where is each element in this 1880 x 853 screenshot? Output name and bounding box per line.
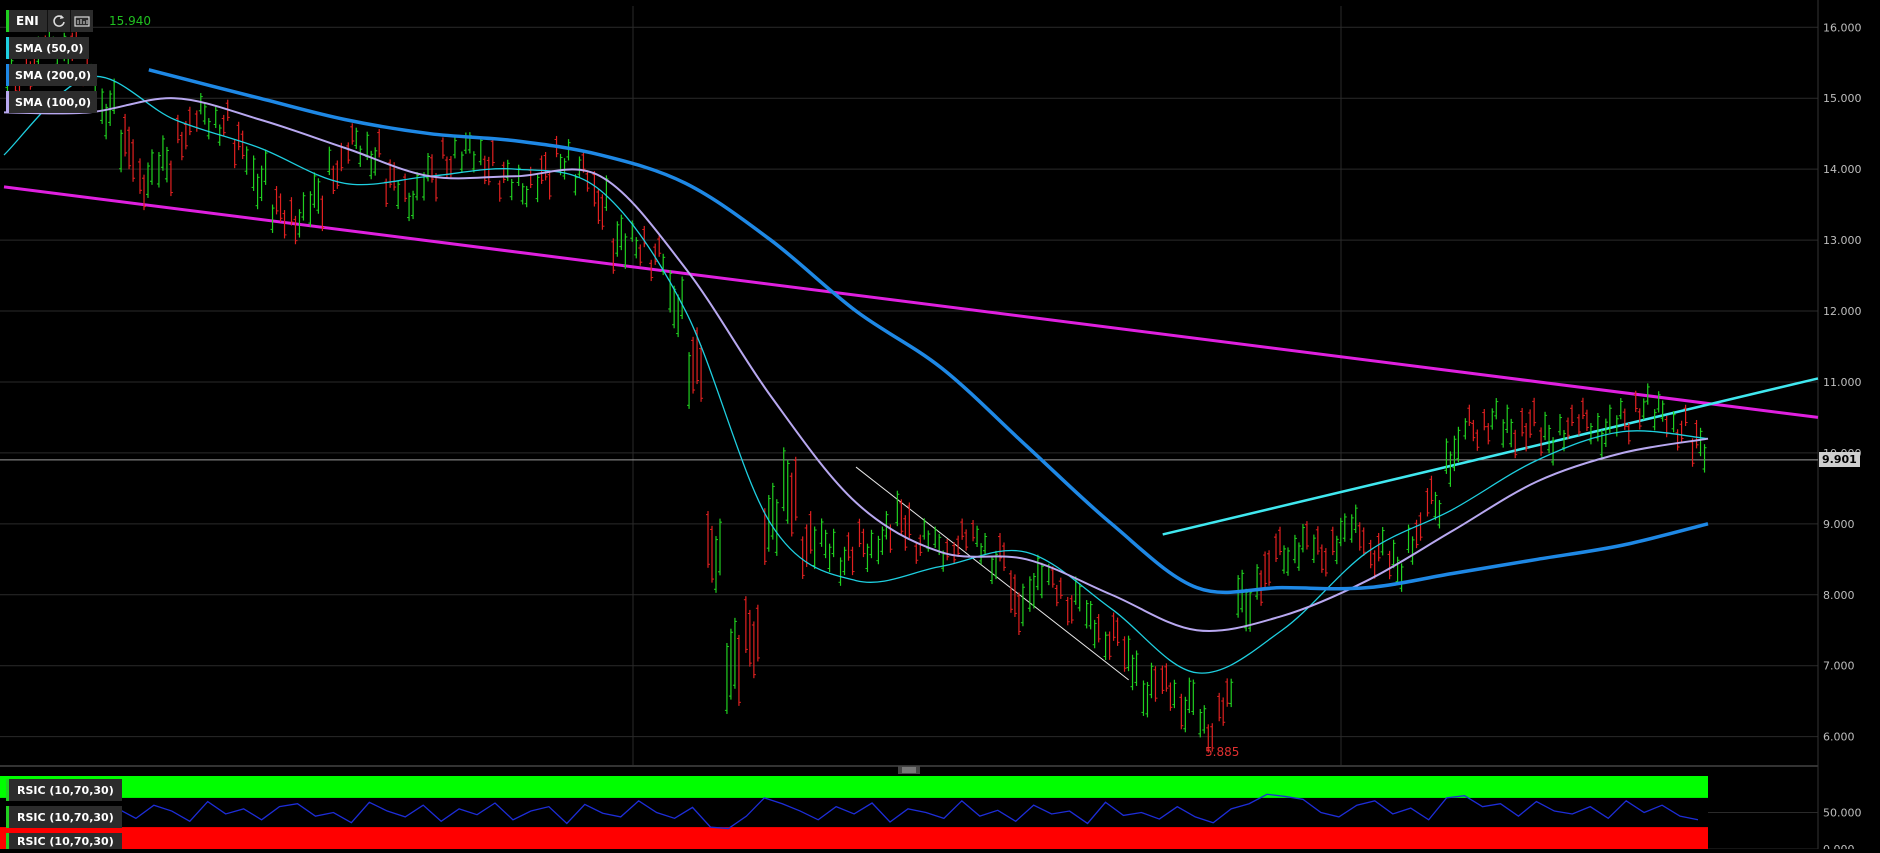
chart-stage: 16.00015.00014.00013.00012.00011.00010.0… [0,0,1880,853]
rsi-tick-label: 0.000 [1823,843,1855,849]
rsi-legend-2[interactable]: RSIC (10,70,30) [6,806,122,828]
low-price-label: 5.885 [1205,745,1240,759]
chart-canvas[interactable]: 16.00015.00014.00013.00012.00011.00010.0… [0,0,1880,853]
rsi-swatch [6,806,9,828]
high-price-label: 15.940 [109,14,151,28]
chart-toolbar: ENI [6,10,97,32]
sma-100-legend[interactable]: SMA (100,0) [6,91,98,113]
refresh-icon[interactable] [46,10,70,32]
rsi-legend-label: RSIC (10,70,30) [17,810,114,824]
rsi-legend-3[interactable]: RSIC (10,70,30) [6,833,122,849]
sma-50-legend[interactable]: SMA (50,0) [6,37,90,59]
rsi-tick-label: 50.000 [1823,807,1862,820]
chart-settings-icon[interactable] [69,10,93,32]
chart-legend-panel: ENI SMA (50,0) SMA (200,0) SMA (100,0) [6,10,98,113]
price-tick-label: 14.000 [1823,163,1862,176]
rsi-overbought-band [0,776,1708,798]
price-tick-label: 13.000 [1823,234,1862,247]
price-tick-label: 6.000 [1823,731,1855,744]
price-tick-label: 11.000 [1823,376,1862,389]
price-tick-label: 16.000 [1823,21,1862,34]
rsi-oversold-band [0,827,1708,849]
sma-200-swatch [6,64,9,86]
sma-100-swatch [6,91,9,113]
panel-resize-grip[interactable] [898,766,920,774]
sma-200-label: SMA (200,0) [15,68,92,82]
rsi-legend-label: RSIC (10,70,30) [17,783,114,797]
price-tick-label: 7.000 [1823,660,1855,673]
sma-100-label: SMA (100,0) [15,95,92,109]
rsi-legend-1[interactable]: RSIC (10,70,30) [6,779,122,801]
sma-200-legend[interactable]: SMA (200,0) [6,64,98,86]
price-tick-label: 12.000 [1823,305,1862,318]
last-price-tag: 9.901 [1819,451,1860,467]
rsi-legend-label: RSIC (10,70,30) [17,834,114,848]
rsi-swatch [6,779,9,801]
price-tick-label: 15.000 [1823,92,1862,105]
price-tick-label: 9.000 [1823,518,1855,531]
sma-50-label: SMA (50,0) [15,41,84,55]
rsi-swatch [6,833,9,849]
symbol-label[interactable]: ENI [6,10,47,32]
price-tick-label: 8.000 [1823,589,1855,602]
sma-50-swatch [6,37,9,59]
